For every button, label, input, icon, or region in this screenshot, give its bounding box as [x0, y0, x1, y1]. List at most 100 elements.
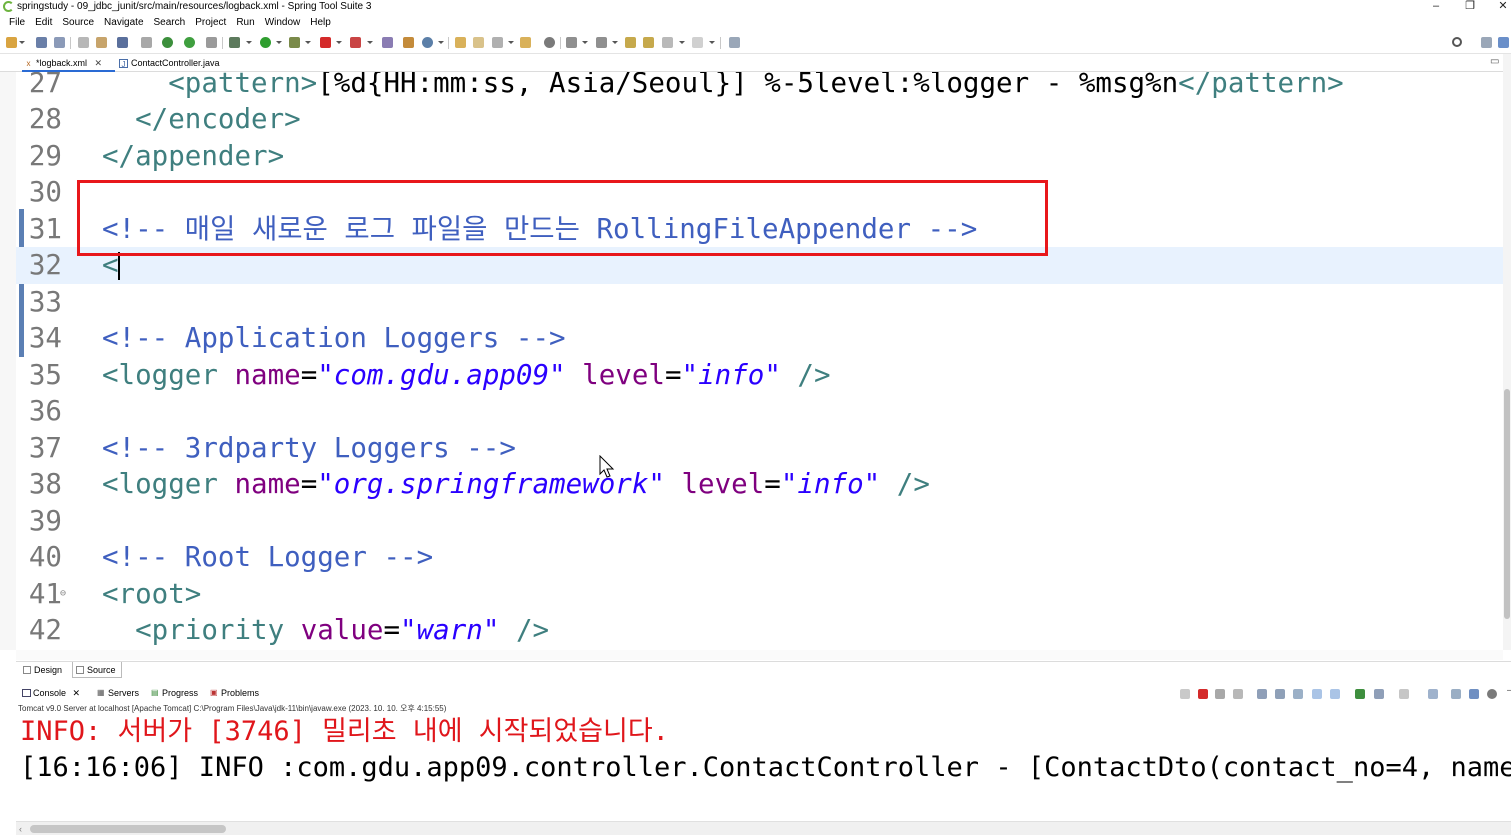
- code-line[interactable]: 40 <!-- Root Logger -->: [16, 539, 1503, 576]
- pin-console-icon[interactable]: [1180, 689, 1190, 699]
- open-resource-icon[interactable]: [473, 37, 484, 48]
- perspective-java-ee-icon[interactable]: [1481, 37, 1492, 48]
- skip-breakpoints-icon[interactable]: [141, 37, 152, 48]
- xml-editor[interactable]: 27 <pattern>[%d{HH:mm:ss, Asia/Seoul}] %…: [16, 72, 1503, 650]
- show-on-stdout-icon[interactable]: [1312, 689, 1322, 699]
- pin-icon[interactable]: [643, 37, 654, 48]
- back-dropdown-icon[interactable]: [679, 41, 685, 44]
- scroll-lock-icon[interactable]: [1275, 689, 1285, 699]
- menu-file[interactable]: File: [4, 14, 30, 32]
- debug-dropdown-icon[interactable]: [246, 41, 252, 44]
- clear-console-icon[interactable]: [1257, 689, 1267, 699]
- close-tab-icon[interactable]: ✕: [95, 58, 103, 68]
- search-dropdown-icon[interactable]: [508, 41, 514, 44]
- remove-launch-icon[interactable]: [1215, 689, 1225, 699]
- print-icon[interactable]: [78, 37, 89, 48]
- new-project-icon[interactable]: [403, 37, 414, 48]
- back-icon[interactable]: [662, 37, 673, 48]
- search-tool-icon[interactable]: [492, 37, 503, 48]
- menu-navigate[interactable]: Navigate: [99, 14, 148, 32]
- scroll-left-icon[interactable]: ‹: [19, 824, 22, 834]
- minimize-button[interactable]: –: [1421, 0, 1451, 13]
- tab-contact-controller[interactable]: J ContactController.java: [117, 55, 257, 72]
- minimize-panel-icon[interactable]: –: [1507, 685, 1511, 696]
- open-console-icon[interactable]: [1399, 689, 1409, 699]
- tab-problems[interactable]: ▣ Problems: [208, 685, 270, 701]
- code-line[interactable]: 34 <!-- Application Loggers -->: [16, 320, 1503, 357]
- menu-help[interactable]: Help: [305, 14, 336, 32]
- scrollbar-thumb[interactable]: [30, 825, 226, 833]
- tab-progress[interactable]: ▤ Progress: [149, 685, 207, 701]
- tab-design[interactable]: Design: [20, 662, 72, 678]
- console-view-menu-icon[interactable]: [1451, 689, 1461, 699]
- scrollbar-thumb[interactable]: [1504, 389, 1510, 619]
- new-icon[interactable]: [6, 37, 17, 48]
- code-line[interactable]: 27 <pattern>[%d{HH:mm:ss, Asia/Seoul}] %…: [16, 72, 1503, 101]
- highlight-mode-icon[interactable]: [1469, 689, 1479, 699]
- console-output[interactable]: INFO: 서버가 [3746] 밀리초 내에 시작되었습니다. [16:16:…: [16, 714, 1511, 820]
- code-line[interactable]: 29 </appender>: [16, 138, 1503, 175]
- pin-icon[interactable]: [1355, 689, 1365, 699]
- previous-annotation-icon[interactable]: [596, 37, 607, 48]
- minimize-editor-icon[interactable]: ▭: [1490, 55, 1499, 69]
- stop-dropdown-icon[interactable]: [336, 41, 342, 44]
- fold-toggle-icon[interactable]: ⊖: [60, 588, 66, 599]
- stop-icon[interactable]: [320, 37, 331, 48]
- restore-button[interactable]: ❐: [1455, 0, 1485, 13]
- code-line[interactable]: 28 </encoder>: [16, 101, 1503, 138]
- task-icon[interactable]: [520, 37, 531, 48]
- menu-edit[interactable]: Edit: [30, 14, 57, 32]
- open-type-icon[interactable]: [96, 37, 107, 48]
- relaunch-dropdown-icon[interactable]: [367, 41, 373, 44]
- new-class-icon[interactable]: [422, 37, 433, 48]
- new-server-icon[interactable]: [382, 37, 393, 48]
- show-on-stderr-icon[interactable]: [1330, 689, 1340, 699]
- new-class-dropdown-icon[interactable]: [438, 41, 444, 44]
- last-edit-icon[interactable]: [625, 37, 636, 48]
- close-tab-icon[interactable]: ✕: [73, 688, 81, 698]
- code-line[interactable]: 41 ⊖ <root>: [16, 576, 1503, 613]
- code-line[interactable]: 38 <logger name="org.springframework" lev…: [16, 466, 1503, 503]
- coverage-icon[interactable]: [289, 37, 300, 48]
- tab-servers[interactable]: ▦ Servers: [95, 685, 147, 701]
- relaunch-icon[interactable]: [350, 37, 361, 48]
- open-folder-icon[interactable]: [455, 37, 466, 48]
- settings-icon[interactable]: [1487, 689, 1497, 699]
- link-icon[interactable]: [206, 37, 217, 48]
- boot-dashboard-icon[interactable]: [162, 37, 173, 48]
- tab-logback-xml[interactable]: x *logback.xml ✕: [22, 55, 115, 72]
- next-annotation-icon[interactable]: [566, 37, 577, 48]
- code-line[interactable]: 42 <priority value="warn" />: [16, 612, 1503, 649]
- menu-source[interactable]: Source: [57, 14, 99, 32]
- menu-search[interactable]: Search: [149, 14, 191, 32]
- console-horizontal-scrollbar[interactable]: ‹: [16, 821, 1511, 835]
- tab-console[interactable]: Console ✕: [20, 685, 92, 701]
- save-icon[interactable]: [36, 37, 47, 48]
- forward-dropdown-icon[interactable]: [709, 41, 715, 44]
- save-all-icon[interactable]: [54, 37, 65, 48]
- display-selected-console-icon[interactable]: [1374, 689, 1384, 699]
- coverage-dropdown-icon[interactable]: [305, 41, 311, 44]
- next-annotation-dropdown-icon[interactable]: [582, 41, 588, 44]
- remove-all-terminated-icon[interactable]: [1233, 689, 1243, 699]
- refresh-icon[interactable]: [184, 37, 195, 48]
- search-icon[interactable]: [1452, 37, 1462, 47]
- run-dropdown-icon[interactable]: [276, 41, 282, 44]
- code-line[interactable]: 37 <!-- 3rdparty Loggers -->: [16, 430, 1503, 467]
- menu-window[interactable]: Window: [260, 14, 306, 32]
- previous-annotation-dropdown-icon[interactable]: [612, 41, 618, 44]
- code-line[interactable]: 36: [16, 393, 1503, 430]
- menu-project[interactable]: Project: [190, 14, 231, 32]
- open-perspective-icon[interactable]: [729, 37, 740, 48]
- run-icon[interactable]: [260, 37, 271, 48]
- word-wrap-icon[interactable]: [1293, 689, 1303, 699]
- new-console-view-icon[interactable]: [1428, 689, 1438, 699]
- forward-icon[interactable]: [692, 37, 703, 48]
- code-line[interactable]: 35 <logger name="com.gdu.app09" level="in…: [16, 357, 1503, 394]
- debug-icon[interactable]: [229, 37, 240, 48]
- terminate-icon[interactable]: [1198, 689, 1208, 699]
- menu-run[interactable]: Run: [231, 14, 259, 32]
- close-button[interactable]: ✕: [1488, 0, 1511, 13]
- editor-vertical-scrollbar[interactable]: [1503, 54, 1511, 650]
- web-browser-icon[interactable]: [544, 37, 555, 48]
